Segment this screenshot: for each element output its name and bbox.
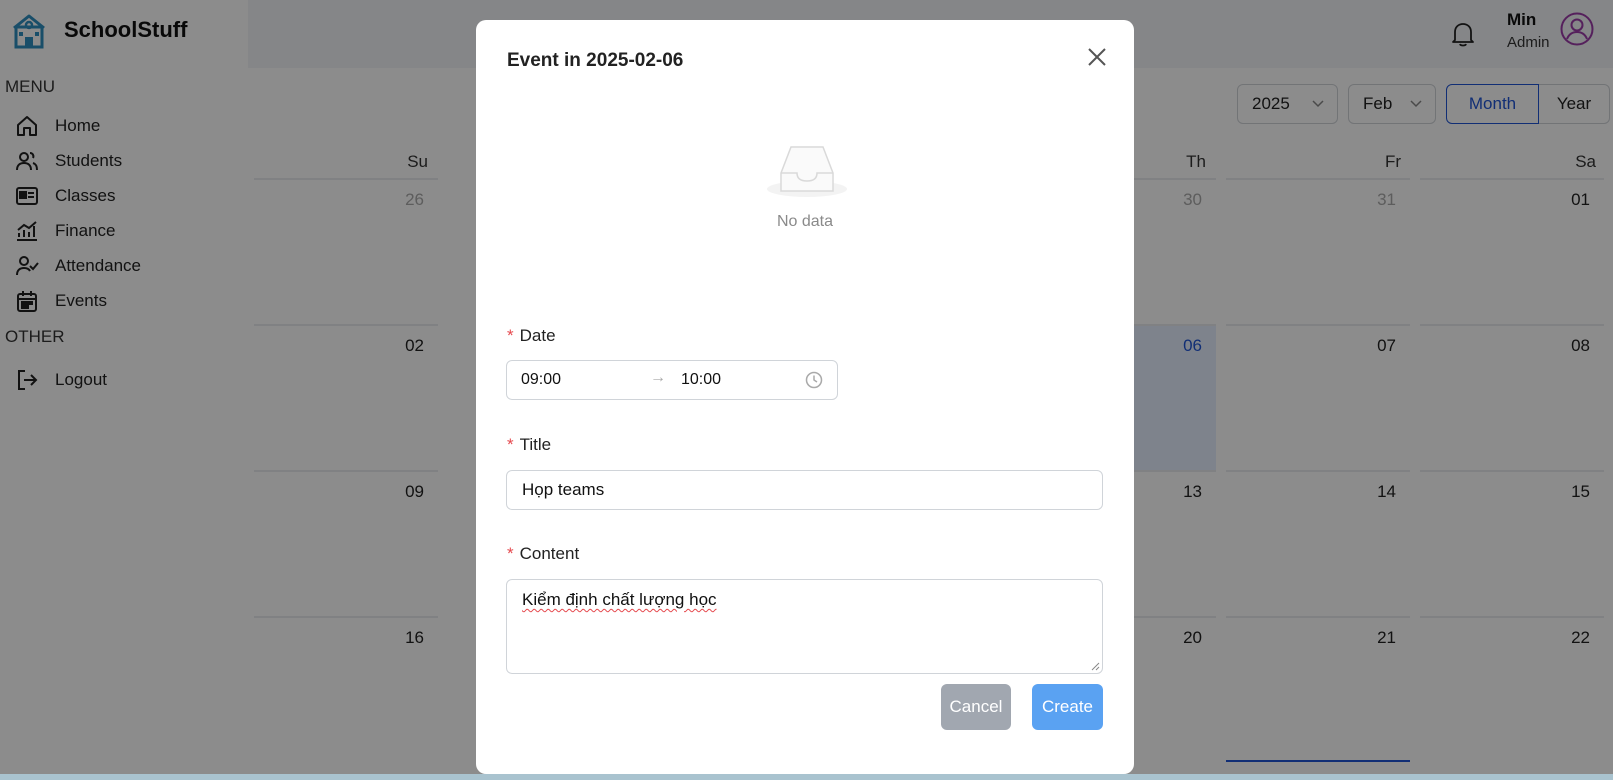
date-label-text: Date xyxy=(519,326,556,345)
content-text: Kiểm định chất lượng học xyxy=(522,590,717,609)
create-button[interactable]: Create xyxy=(1032,684,1103,730)
bottom-strip xyxy=(0,774,1613,780)
empty-inbox-icon xyxy=(767,146,847,197)
title-label: * Title xyxy=(507,435,551,455)
modal-title: Event in 2025-02-06 xyxy=(507,50,684,71)
time-range-picker: 09:00 → 10:00 xyxy=(506,360,838,400)
start-time-input[interactable]: 09:00 xyxy=(521,371,561,389)
date-label: * Date xyxy=(507,326,556,346)
cancel-button[interactable]: Cancel xyxy=(941,684,1011,730)
resize-handle-icon[interactable] xyxy=(1090,661,1100,671)
range-arrow: → xyxy=(650,369,666,386)
end-time-input[interactable]: 10:00 xyxy=(681,371,721,389)
empty-text: No data xyxy=(776,213,834,230)
title-label-text: Title xyxy=(519,435,552,454)
content-textarea[interactable]: Kiểm định chất lượng học xyxy=(506,579,1103,674)
required-mark: * xyxy=(507,435,514,454)
title-input[interactable]: Họp teams xyxy=(506,470,1103,510)
clock-icon[interactable] xyxy=(805,371,823,389)
event-modal: Event in 2025-02-06 No data * Date 09:00 … xyxy=(476,20,1134,774)
required-mark: * xyxy=(507,326,514,345)
required-mark: * xyxy=(507,544,514,563)
close-icon[interactable] xyxy=(1086,46,1108,68)
content-label-text: Content xyxy=(519,544,580,563)
content-label: * Content xyxy=(507,544,579,564)
